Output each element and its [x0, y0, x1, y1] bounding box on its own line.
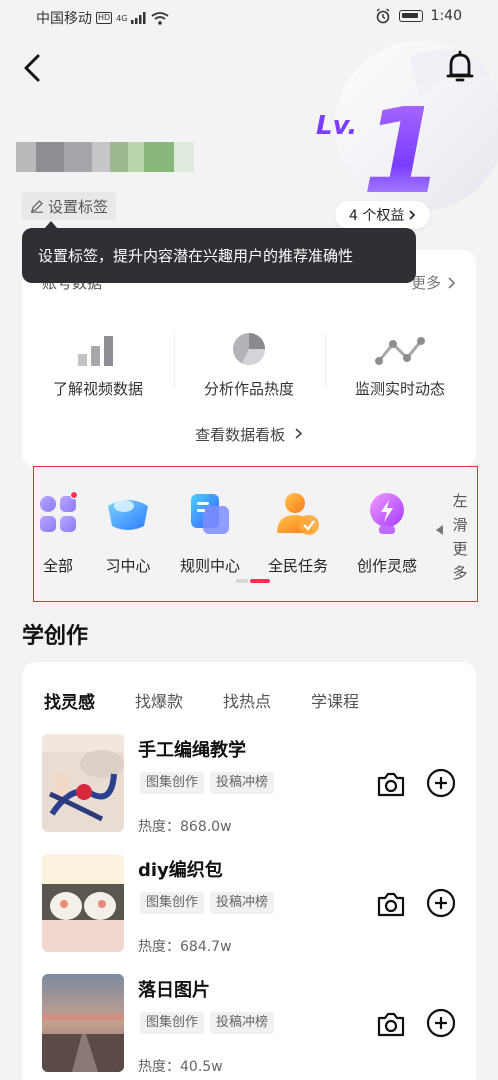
back-icon[interactable]	[20, 52, 44, 84]
notification-dot	[70, 491, 78, 499]
tag-chip: 图集创作	[140, 1012, 205, 1034]
learning-icon	[108, 500, 148, 530]
level-prefix: Lv.	[316, 111, 357, 141]
wifi-icon	[151, 11, 170, 25]
benefits-button[interactable]: 4 个权益	[335, 201, 431, 229]
network-type: 4G	[116, 13, 128, 23]
learn-section-title: 学创作	[22, 624, 89, 649]
metric-video-data[interactable]: 了解视频数据	[28, 330, 168, 399]
hd-badge: HD	[96, 12, 113, 24]
set-tag-button[interactable]: 设置标签	[22, 192, 117, 220]
slide-more-hint[interactable]: 左滑更多	[451, 489, 469, 585]
add-circle-icon[interactable]	[426, 768, 456, 798]
level-number: 1	[362, 82, 444, 220]
tool-label: 全民任务	[267, 557, 328, 575]
divider	[325, 334, 326, 388]
tag-chip: 投稿冲榜	[210, 1012, 275, 1034]
slide-left-arrow-icon	[436, 525, 443, 535]
chevron-right-icon	[295, 428, 303, 439]
divider	[174, 334, 175, 388]
carousel-pager	[236, 579, 270, 583]
status-right: 1:40	[375, 8, 462, 24]
thumbnail-image	[42, 734, 124, 832]
line-trend-icon	[375, 337, 425, 365]
tag-chip: 图集创作	[140, 892, 205, 914]
tool-public-tasks[interactable]: 全民任务	[256, 491, 340, 576]
list-item[interactable]: 手工编绳教学 图集创作 投稿冲榜 热度：868.0w	[42, 734, 462, 835]
tool-creative-inspiration[interactable]: 创作灵感	[345, 491, 429, 576]
tab-hot-works[interactable]: 找爆款	[135, 688, 183, 713]
signal-icon	[131, 12, 146, 24]
tag-chip: 投稿冲榜	[210, 772, 275, 794]
alarm-icon	[376, 8, 389, 24]
blurred-username	[16, 142, 206, 172]
camera-icon[interactable]	[376, 770, 406, 798]
add-circle-icon[interactable]	[426, 1008, 456, 1038]
data-dashboard-link[interactable]: 查看数据看板	[22, 424, 476, 445]
pie-chart-icon	[233, 333, 266, 366]
heat-text: 热度：684.7w	[138, 939, 232, 955]
inspiration-icon	[370, 493, 404, 534]
carrier-name: 中国移动	[36, 11, 92, 27]
thumbnail-image	[42, 974, 124, 1072]
list-item[interactable]: 落日图片 图集创作 投稿冲榜 热度：40.5w	[42, 974, 462, 1075]
tag-tooltip[interactable]: 设置标签，提升内容潜在兴趣用户的推荐准确性	[22, 221, 416, 283]
benefits-label: 4 个权益	[349, 208, 405, 224]
tab-hot-topics[interactable]: 找热点	[223, 688, 271, 713]
tab-courses[interactable]: 学课程	[311, 688, 359, 713]
thumbnail-image	[42, 854, 124, 952]
status-bar: 中国移动 HD 4G 1:40	[0, 0, 498, 34]
metric-label: 监测实时动态	[354, 380, 445, 398]
tool-label: 规则中心	[179, 557, 240, 575]
clock: 1:40	[430, 8, 462, 24]
tab-inspiration[interactable]: 找灵感	[44, 688, 95, 713]
tool-rules-center[interactable]: 规则中心	[168, 491, 252, 576]
chevron-right-icon	[409, 210, 416, 220]
item-title: diy编织包	[138, 860, 223, 881]
set-tag-label: 设置标签	[48, 197, 109, 216]
heat-value: 684.7w	[180, 939, 232, 955]
metric-realtime[interactable]: 监测实时动态	[330, 330, 470, 399]
camera-icon[interactable]	[376, 1010, 406, 1038]
tool-label: 创作灵感	[356, 557, 417, 575]
heat-value: 40.5w	[180, 1059, 223, 1075]
metric-work-heat[interactable]: 分析作品热度	[179, 330, 319, 399]
camera-icon[interactable]	[376, 890, 406, 918]
edit-pencil-icon	[31, 200, 43, 213]
tag-chip: 投稿冲榜	[210, 892, 275, 914]
battery-icon	[398, 10, 423, 22]
chevron-right-icon	[448, 276, 456, 289]
item-title: 手工编绳教学	[138, 740, 246, 761]
tools-carousel[interactable]: 全部 习中心 规则中心 全民任务 创作灵感 左滑更多	[33, 466, 478, 602]
list-item[interactable]: diy编织包 图集创作 投稿冲榜 热度：684.7w	[42, 854, 462, 955]
notification-bell-icon[interactable]	[446, 50, 474, 84]
item-title: 落日图片	[138, 980, 210, 1001]
tag-chip: 图集创作	[140, 772, 205, 794]
heat-text: 热度：40.5w	[138, 1059, 223, 1075]
bar-chart-icon	[78, 336, 113, 366]
learn-card: 找灵感 找爆款 找热点 学课程 手工编绳教学 图集创作 投稿冲榜 热度：868.…	[22, 662, 476, 1080]
heat-value: 868.0w	[180, 819, 232, 835]
tool-label: 习中心	[105, 557, 151, 575]
dashboard-label: 查看数据看板	[195, 426, 286, 444]
heat-text: 热度：868.0w	[138, 819, 232, 835]
metric-label: 分析作品热度	[203, 380, 294, 398]
learn-tabs: 找灵感 找爆款 找热点 学课程	[44, 688, 399, 713]
metric-label: 了解视频数据	[52, 380, 143, 398]
add-circle-icon[interactable]	[426, 888, 456, 918]
task-icon	[277, 493, 319, 535]
rules-icon	[191, 494, 229, 534]
grid-icon	[40, 496, 76, 532]
tool-learning-center[interactable]: 习中心	[86, 491, 170, 576]
more-link[interactable]: 更多	[411, 272, 456, 293]
tooltip-text: 设置标签，提升内容潜在兴趣用户的推荐准确性	[38, 247, 354, 265]
status-left: 中国移动 HD 4G	[36, 8, 170, 28]
